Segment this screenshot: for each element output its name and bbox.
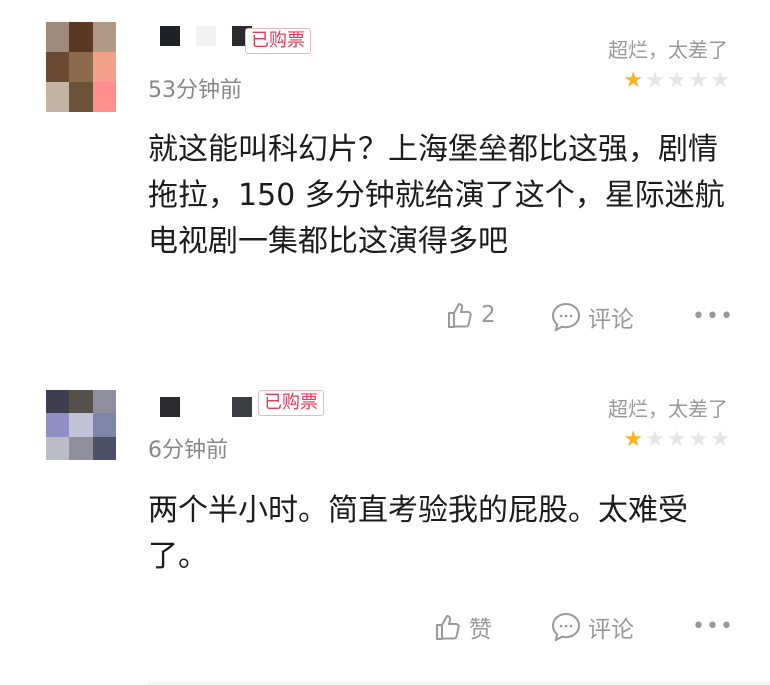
more-dots-icon: ••• (692, 304, 734, 329)
reply-button[interactable]: 评论 (550, 300, 634, 334)
avatar-pixel (46, 82, 70, 112)
reply-label: 评论 (588, 617, 634, 643)
comment-bubble-icon (550, 301, 582, 333)
rating-label: 超烂，太差了 (608, 397, 728, 421)
comment-item: 已购票 53分钟前 超烂，太差了 ★ ★ ★ ★ ★ 就这能叫科幻片？上海堡垒都比这强，… (0, 0, 770, 350)
timestamp: 6分钟前 (148, 438, 228, 463)
more-options-button[interactable]: ••• (692, 614, 734, 639)
avatar-pixel (46, 22, 70, 52)
username-pixel (160, 397, 180, 417)
avatar-pixel (69, 436, 93, 460)
timestamp: 53分钟前 (148, 78, 242, 103)
star-icon: ★ (645, 427, 665, 452)
avatar-pixel (69, 390, 93, 414)
star-icon: ★ (623, 68, 644, 93)
star-icon: ★ (666, 68, 687, 93)
purchased-ticket-badge: 已购票 (258, 390, 324, 416)
like-count: 2 (481, 302, 496, 328)
more-options-button[interactable]: ••• (692, 304, 734, 329)
username-pixel (232, 397, 252, 417)
like-button[interactable]: 赞 (433, 610, 492, 644)
thumbs-up-icon (433, 612, 463, 642)
avatar-pixel (92, 436, 116, 460)
star-icon: ★ (666, 427, 687, 452)
star-rating: ★ ★ ★ ★ ★ (623, 429, 730, 451)
reply-label: 评论 (588, 307, 634, 333)
star-icon: ★ (688, 427, 709, 452)
like-button[interactable]: 2 (445, 300, 496, 330)
username-pixel (160, 26, 180, 46)
avatar-pixel (69, 22, 93, 52)
avatar-pixel (92, 52, 116, 82)
avatar-pixel (69, 52, 93, 82)
comment-text: 就这能叫科幻片？上海堡垒都比这强，剧情拖拉，150 多分钟就给演了这个，星际迷航… (148, 132, 725, 259)
avatar-pixel (46, 52, 70, 82)
star-rating: ★ ★ ★ ★ ★ (623, 70, 730, 92)
more-dots-icon: ••• (692, 614, 734, 639)
avatar-pixel (92, 82, 116, 112)
comment-item: 已购票 6分钟前 超烂，太差了 ★ ★ ★ ★ ★ 两个半小时。简直考验我的屁股。太难受… (0, 365, 770, 685)
avatar[interactable] (46, 390, 116, 460)
comment-actions: 赞 评论 ••• (0, 610, 770, 650)
star-icon: ★ (645, 68, 665, 93)
reply-button[interactable]: 评论 (550, 610, 634, 644)
avatar-pixel (46, 390, 70, 414)
star-icon: ★ (688, 68, 709, 93)
avatar-pixel (46, 436, 70, 460)
comment-bubble-icon (550, 611, 582, 643)
star-icon: ★ (710, 427, 730, 452)
rating-label: 超烂，太差了 (608, 38, 728, 62)
star-icon: ★ (710, 68, 730, 93)
avatar-pixel (46, 413, 70, 437)
username-redacted[interactable] (160, 394, 252, 420)
like-label: 赞 (469, 617, 492, 643)
thumbs-up-icon (445, 300, 475, 330)
username-pixel (196, 26, 216, 46)
avatar[interactable] (46, 22, 116, 112)
avatar-pixel (92, 390, 116, 414)
comment-actions: 2 评论 ••• (0, 300, 770, 340)
avatar-pixel (69, 413, 93, 437)
username-pixel (196, 397, 216, 417)
avatar-pixel (92, 22, 116, 52)
bottom-divider (148, 682, 770, 683)
username-redacted[interactable] (160, 23, 252, 49)
star-icon: ★ (623, 427, 644, 452)
purchased-ticket-badge: 已购票 (245, 28, 311, 54)
avatar-pixel (69, 82, 93, 112)
comment-text: 两个半小时。简直考验我的屁股。太难受了。 (148, 493, 688, 574)
avatar-pixel (92, 413, 116, 437)
